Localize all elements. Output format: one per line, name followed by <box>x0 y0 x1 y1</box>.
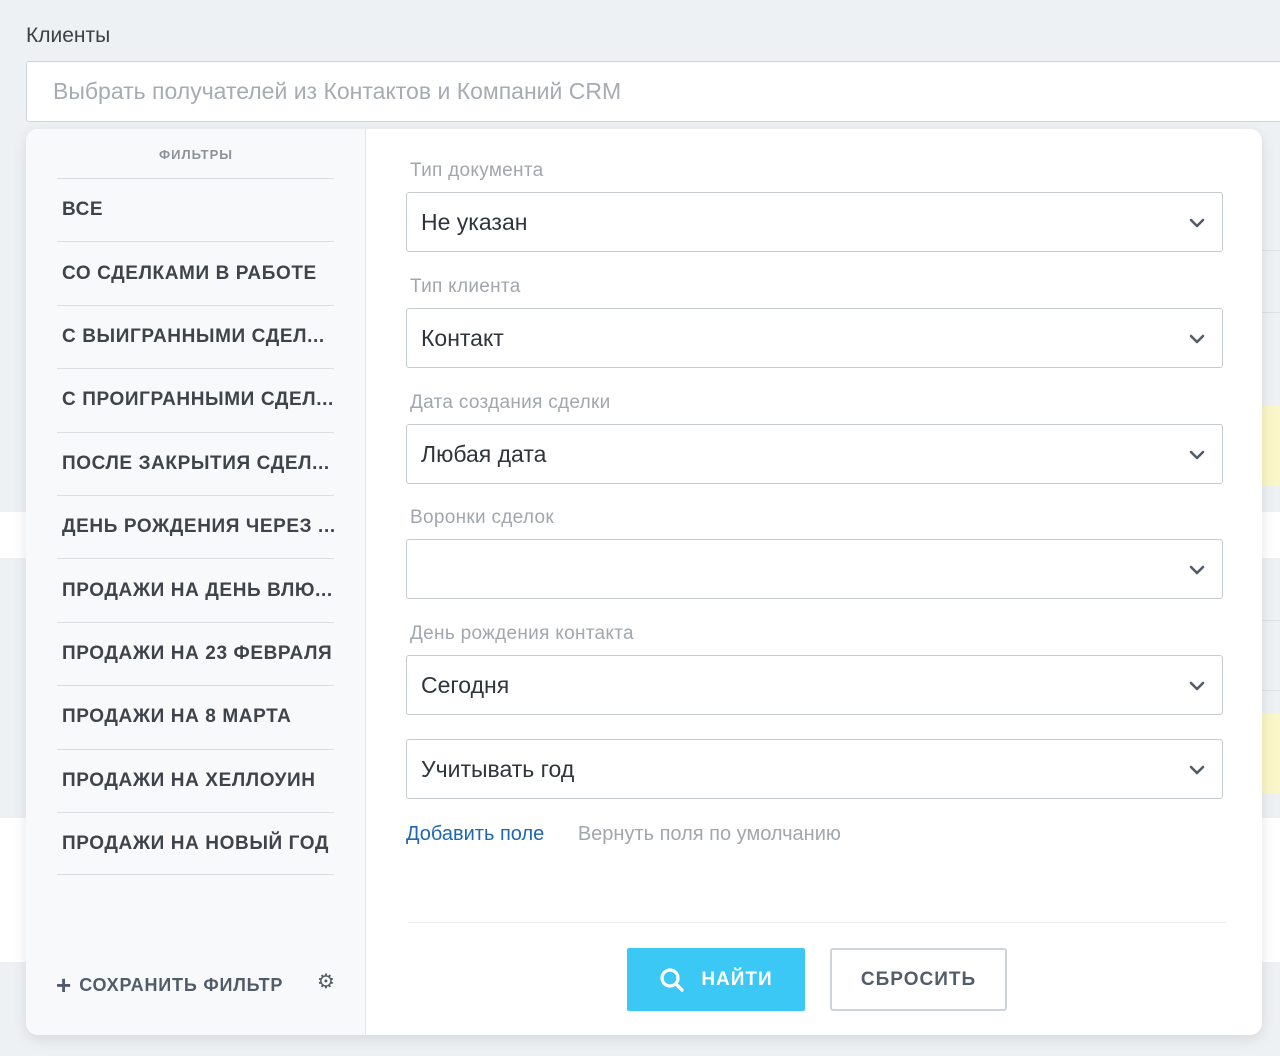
filter-item-lost-deals[interactable]: С ПРОИГРАННЫМИ СДЕЛ... <box>57 368 334 431</box>
filter-item-won-deals[interactable]: С ВЫИГРАННЫМИ СДЕЛ... <box>57 304 334 368</box>
select-value: Не указан <box>421 208 528 235</box>
field-label-document-type: Тип документа <box>410 160 544 181</box>
reset-button[interactable]: СБРОСИТЬ <box>830 948 1007 1011</box>
chevron-down-icon <box>1189 681 1205 691</box>
chevron-down-icon <box>1189 450 1205 460</box>
filter-item-halloween-sales[interactable]: ПРОДАЖИ НА ХЕЛЛОУИН <box>57 748 334 812</box>
filter-popup: ФИЛЬТРЫ ВСЕ СО СДЕЛКАМИ В РАБОТЕ С ВЫИГР… <box>26 129 1262 1035</box>
search-icon <box>660 967 685 992</box>
filter-list: ВСЕ СО СДЕЛКАМИ В РАБОТЕ С ВЫИГРАННЫМИ С… <box>57 178 334 876</box>
clients-label: Клиенты <box>26 24 111 47</box>
filter-item-all[interactable]: ВСЕ <box>57 178 334 241</box>
select-consider-year[interactable]: Учитывать год <box>406 739 1223 799</box>
clients-input[interactable]: Выбрать получателей из Контактов и Компа… <box>26 61 1280 122</box>
select-value: Любая дата <box>421 440 547 467</box>
filter-item-march8-sales[interactable]: ПРОДАЖИ НА 8 МАРТА <box>57 685 334 748</box>
field-label-deal-creation-date: Дата создания сделки <box>410 392 611 413</box>
background-divider <box>1260 690 1280 691</box>
plus-icon: + <box>56 970 72 1000</box>
form-divider <box>408 922 1226 923</box>
filter-item-after-deal-close[interactable]: ПОСЛЕ ЗАКРЫТИЯ СДЕЛ... <box>57 431 334 495</box>
chevron-down-icon <box>1189 334 1205 344</box>
chevron-down-icon <box>1189 765 1205 775</box>
background-divider <box>1260 312 1280 313</box>
select-contact-birthday[interactable]: Сегодня <box>406 655 1223 715</box>
background-highlight <box>1260 713 1280 793</box>
select-deal-pipelines[interactable] <box>406 539 1223 599</box>
find-button[interactable]: НАЙТИ <box>627 948 805 1011</box>
restore-default-fields-link[interactable]: Вернуть поля по умолчанию <box>578 823 841 845</box>
field-label-client-type: Тип клиента <box>410 276 521 297</box>
filter-sidebar: ФИЛЬТРЫ ВСЕ СО СДЕЛКАМИ В РАБОТЕ С ВЫИГР… <box>26 129 366 1035</box>
clients-section: Клиенты Выбрать получателей из Контактов… <box>0 0 1280 130</box>
filter-item-deals-in-progress[interactable]: СО СДЕЛКАМИ В РАБОТЕ <box>57 241 334 304</box>
select-client-type[interactable]: Контакт <box>406 308 1223 368</box>
save-filter-label: СОХРАНИТЬ ФИЛЬТР <box>79 974 284 995</box>
background-divider <box>1260 620 1280 621</box>
select-value: Контакт <box>421 324 504 351</box>
reset-button-label: СБРОСИТЬ <box>860 968 977 990</box>
gear-icon[interactable]: ⚙ <box>315 971 337 993</box>
select-deal-creation-date[interactable]: Любая дата <box>406 424 1223 484</box>
field-links: Добавить поле Вернуть поля по умолчанию <box>406 823 841 846</box>
save-filter-button[interactable]: + СОХРАНИТЬ ФИЛЬТР <box>56 970 283 1000</box>
sidebar-title: ФИЛЬТРЫ <box>159 147 233 162</box>
filter-item-new-year-sales[interactable]: ПРОДАЖИ НА НОВЫЙ ГОД <box>57 811 334 876</box>
select-document-type[interactable]: Не указан <box>406 192 1223 252</box>
select-value: Учитывать год <box>421 755 575 782</box>
find-button-label: НАЙТИ <box>701 968 773 990</box>
background-divider <box>1260 250 1280 251</box>
filter-item-birthday-soon[interactable]: ДЕНЬ РОЖДЕНИЯ ЧЕРЕЗ ... <box>57 494 334 558</box>
field-label-deal-pipelines: Воронки сделок <box>410 507 554 528</box>
chevron-down-icon <box>1189 565 1205 575</box>
filter-item-feb23-sales[interactable]: ПРОДАЖИ НА 23 ФЕВРАЛЯ <box>57 621 334 685</box>
select-value: Сегодня <box>421 671 510 698</box>
chevron-down-icon <box>1189 218 1205 228</box>
background-highlight <box>1260 405 1280 485</box>
add-field-link[interactable]: Добавить поле <box>406 823 544 845</box>
field-label-contact-birthday: День рождения контакта <box>410 623 634 644</box>
filter-item-valentines-sales[interactable]: ПРОДАЖИ НА ДЕНЬ ВЛЮ... <box>57 558 334 621</box>
